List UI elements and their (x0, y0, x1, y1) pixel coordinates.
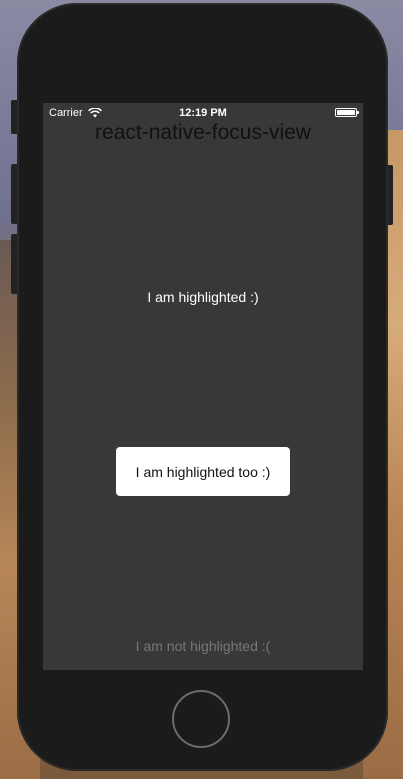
highlighted-focus-card[interactable]: I am highlighted too :) (116, 447, 290, 496)
highlighted-card-label: I am highlighted too :) (135, 463, 271, 480)
not-highlighted-text: I am not highlighted :( (135, 638, 271, 654)
phone-screen: Carrier 12:19 PM react-native-focus-view… (43, 103, 363, 670)
battery-icon (335, 108, 359, 117)
app-title: react-native-focus-view (95, 121, 311, 144)
status-time: 12:19 PM (179, 107, 227, 119)
highlighted-text: I am highlighted :) (147, 289, 259, 305)
home-button[interactable] (172, 690, 230, 748)
status-bar: Carrier 12:19 PM (43, 103, 363, 123)
